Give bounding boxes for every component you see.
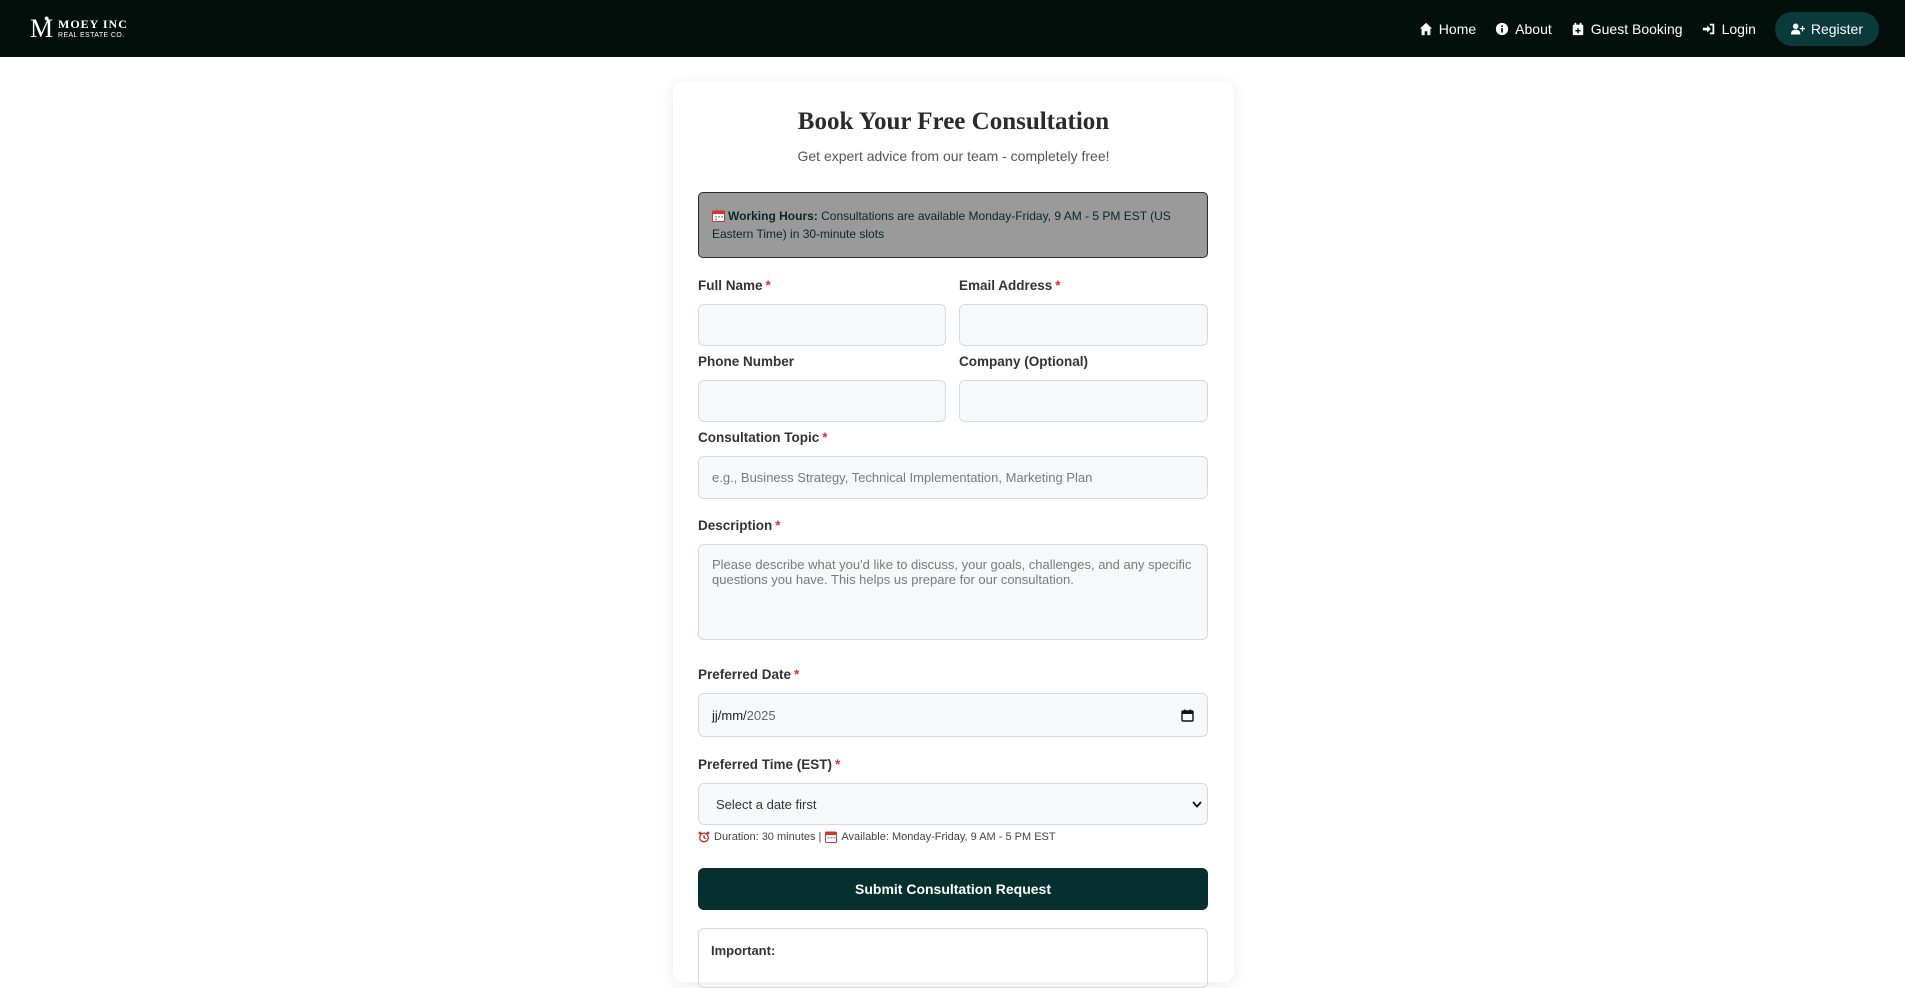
logo-mark: M ● (30, 12, 54, 43)
submit-button[interactable]: Submit Consultation Request (698, 868, 1208, 910)
top-navbar: M ● MOEY INC REAL ESTATE CO. Home About G… (0, 0, 1905, 57)
time-label: Preferred Time (EST) * (698, 757, 841, 772)
company-label: Company (Optional) (959, 354, 1088, 369)
required-marker: * (765, 278, 771, 293)
notice-heading: Working Hours: (728, 209, 818, 223)
home-icon (1419, 22, 1432, 35)
nav-home[interactable]: Home (1419, 21, 1476, 37)
sign-in-icon (1702, 23, 1714, 34)
info-heading: Important: (711, 943, 776, 958)
calendar-icon (825, 831, 838, 843)
phone-input[interactable] (698, 380, 946, 422)
nav-login-label: Login (1721, 20, 1756, 37)
time-select[interactable]: Select a date first (698, 783, 1208, 825)
phone-label: Phone Number (698, 354, 795, 369)
time-hint: Duration: 30 minutes | Available: Monday… (698, 831, 1056, 843)
hint-available: Available: Monday-Friday, 9 AM - 5 PM ES… (841, 831, 1056, 843)
hint-duration: Duration: 30 minutes | (714, 831, 822, 843)
calendar-icon (712, 210, 725, 222)
working-hours-notice: Working Hours: Consultations are availab… (698, 192, 1208, 258)
important-info-box: Important: (698, 928, 1208, 988)
topic-label: Consultation Topic * (698, 430, 828, 445)
date-input[interactable]: jj/mm/2025 (698, 693, 1208, 737)
register-label: Register (1810, 20, 1863, 37)
chevron-down-icon (1192, 801, 1202, 808)
brand-name: MOEY INC (58, 17, 128, 31)
time-select-value: Select a date first (716, 796, 817, 812)
consultation-card: Book Your Free Consultation Get expert a… (673, 82, 1234, 988)
topic-input[interactable] (698, 456, 1208, 499)
description-label: Description * (698, 518, 781, 533)
brand-logo[interactable]: M ● MOEY INC REAL ESTATE CO. (30, 12, 128, 43)
required-marker: * (794, 667, 800, 682)
required-marker: * (822, 430, 828, 445)
email-label: Email Address * (959, 278, 1061, 293)
date-year: 2025 (746, 707, 776, 723)
page-subtitle: Get expert advice from our team - comple… (797, 148, 1110, 164)
page-title: Book Your Free Consultation (797, 108, 1110, 135)
date-mask: jj/mm/ (712, 707, 747, 723)
nav-about[interactable]: About (1495, 21, 1552, 37)
date-label: Preferred Date * (698, 667, 800, 682)
required-marker: * (835, 757, 841, 772)
nav-about-label: About (1515, 20, 1552, 37)
email-input[interactable] (959, 304, 1208, 346)
full-name-label: Full Name * (698, 278, 771, 293)
full-name-input[interactable] (698, 304, 946, 346)
description-textarea[interactable] (698, 544, 1208, 640)
alarm-clock-icon (698, 831, 710, 843)
company-input[interactable] (959, 380, 1208, 422)
nav-home-label: Home (1438, 20, 1477, 37)
register-button[interactable]: Register (1774, 11, 1879, 46)
calendar-plus-icon (1572, 22, 1583, 35)
nav-login[interactable]: Login (1702, 21, 1756, 37)
nav-guest-booking[interactable]: Guest Booking (1571, 21, 1683, 37)
nav-guest-booking-label: Guest Booking (1590, 20, 1683, 37)
user-plus-icon (1790, 23, 1805, 34)
brand-tagline: REAL ESTATE CO. (58, 32, 125, 39)
required-marker: * (1055, 278, 1061, 293)
info-circle-icon (1496, 22, 1509, 35)
calendar-picker-icon[interactable] (1181, 709, 1194, 722)
nav-links: Home About Guest Booking Login Register (1419, 11, 1879, 46)
required-marker: * (775, 518, 781, 533)
